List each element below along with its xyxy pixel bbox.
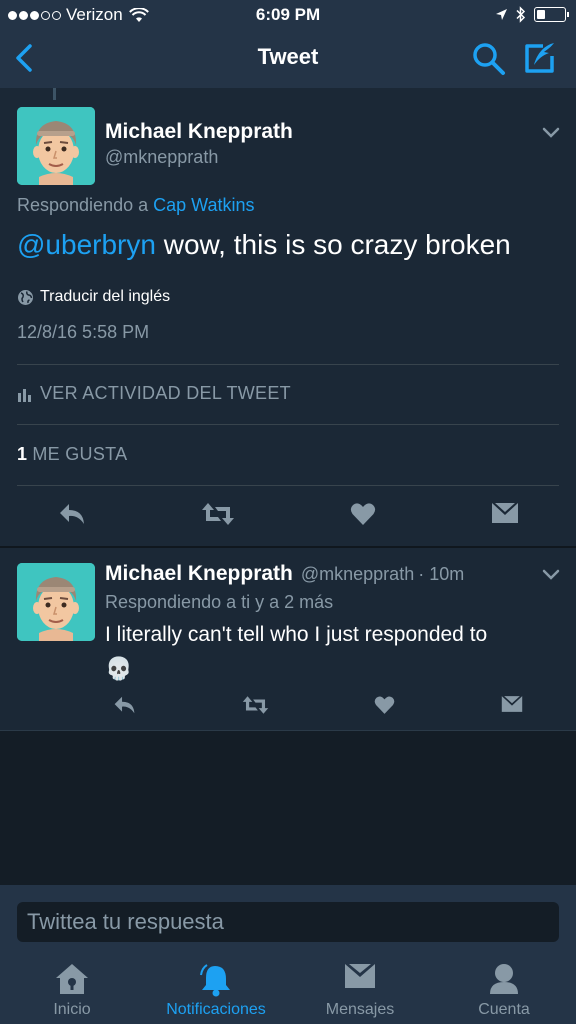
thread-line (53, 88, 56, 100)
replying-to-link[interactable]: Cap Watkins (153, 195, 254, 215)
person-icon (490, 964, 518, 994)
tweet-actions (0, 502, 576, 531)
likes-count: 1 (17, 444, 28, 464)
reply-author-name[interactable]: Michael Knepprath (105, 562, 293, 586)
reply-actions (0, 695, 576, 720)
envelope-icon (491, 503, 518, 523)
search-button[interactable] (472, 42, 506, 81)
tab-label: Cuenta (478, 1001, 530, 1018)
bell-icon (200, 964, 230, 997)
retweet-button[interactable] (242, 695, 269, 720)
location-arrow-icon (496, 9, 507, 20)
chevron-down-icon (542, 569, 560, 580)
activity-label: VER ACTIVIDAD DEL TWEET (40, 383, 291, 403)
replying-prefix: Respondiendo a (17, 195, 149, 215)
tweet-text: @uberbryn wow, this is so crazy broken (17, 229, 511, 261)
divider (17, 485, 559, 486)
avatar-face-illustration (17, 563, 95, 641)
reply-text: I literally can't tell who I just respon… (105, 618, 555, 687)
nav-bar: Tweet (0, 30, 576, 88)
direct-message-button[interactable] (491, 502, 519, 531)
reply-composer (0, 885, 576, 954)
tab-label: Mensajes (325, 1001, 395, 1018)
tweet-timestamp: 12/8/16 5:58 PM (17, 322, 150, 342)
reply-age: · 10m (418, 564, 465, 584)
reply-avatar[interactable] (17, 563, 95, 641)
reply-icon (114, 696, 135, 714)
author-name[interactable]: Michael Knepprath (105, 120, 293, 144)
tweet-options-button[interactable] (542, 126, 560, 144)
tab-label: Notificaciones (166, 1001, 266, 1018)
status-indicators (495, 6, 569, 23)
view-activity-button[interactable]: VER ACTIVIDAD DEL TWEET (17, 383, 291, 404)
divider (17, 364, 559, 365)
tweet-body: wow, this is so crazy broken (155, 229, 511, 260)
bluetooth-icon (516, 6, 526, 23)
retweet-icon (242, 696, 268, 714)
reply-button[interactable] (58, 502, 86, 531)
like-button[interactable] (350, 502, 376, 531)
mention-link[interactable]: @uberbryn (17, 229, 156, 260)
tab-account[interactable]: Cuenta (432, 954, 576, 1024)
empty-area (0, 731, 576, 885)
search-icon (473, 43, 505, 75)
compose-icon (525, 43, 554, 73)
avatar-face-illustration (17, 107, 95, 185)
divider (17, 424, 559, 425)
compose-button[interactable] (523, 41, 557, 80)
likes-label: ME GUSTA (32, 444, 128, 464)
tab-messages[interactable]: Mensajes (288, 954, 432, 1024)
home-icon (56, 964, 88, 994)
bar-chart-icon (18, 388, 31, 402)
chevron-down-icon (542, 127, 560, 138)
envelope-icon (501, 696, 523, 712)
direct-message-button[interactable] (501, 695, 523, 720)
retweet-button[interactable] (201, 502, 235, 531)
tab-notifications[interactable]: Notificaciones (144, 954, 288, 1024)
skull-emoji: 💀 (105, 656, 133, 681)
tab-home[interactable]: Inicio (0, 954, 144, 1024)
reply-tweet[interactable]: Michael Knepprath @mknepprath · 10m Resp… (0, 548, 576, 730)
envelope-icon (345, 964, 375, 988)
main-tweet: Michael Knepprath @mknepprath Respondien… (0, 88, 576, 546)
tab-label: Inicio (53, 1001, 91, 1018)
globe-icon (18, 289, 33, 305)
status-time: 6:09 PM (255, 5, 321, 24)
replying-to-line: Respondiendo a Cap Watkins (17, 195, 255, 216)
reply-button[interactable] (113, 695, 136, 720)
avatar[interactable] (17, 107, 95, 185)
retweet-icon (201, 503, 234, 525)
like-button[interactable] (374, 695, 395, 720)
reply-body: I literally can't tell who I just respon… (105, 623, 488, 646)
translate-label: Traducir del inglés (40, 288, 171, 305)
reply-header: Michael Knepprath @mknepprath · 10m (105, 562, 464, 586)
reply-author-handle[interactable]: @mknepprath (301, 564, 414, 585)
reply-replying-to[interactable]: Respondiendo a ti y a 2 más (105, 592, 333, 613)
author-handle[interactable]: @mknepprath (105, 147, 218, 168)
status-bar: Verizon 6:09 PM (0, 0, 576, 30)
heart-icon (375, 696, 395, 714)
reply-icon (59, 504, 84, 524)
translate-button[interactable]: Traducir del inglés (17, 288, 170, 306)
likes-summary[interactable]: 1 ME GUSTA (17, 444, 127, 465)
heart-icon (350, 503, 375, 525)
tab-bar: Inicio Notificaciones Mensajes Cuenta (0, 954, 576, 1024)
battery-icon (534, 7, 569, 22)
reply-options-button[interactable] (542, 568, 560, 586)
reply-input[interactable] (17, 902, 559, 942)
